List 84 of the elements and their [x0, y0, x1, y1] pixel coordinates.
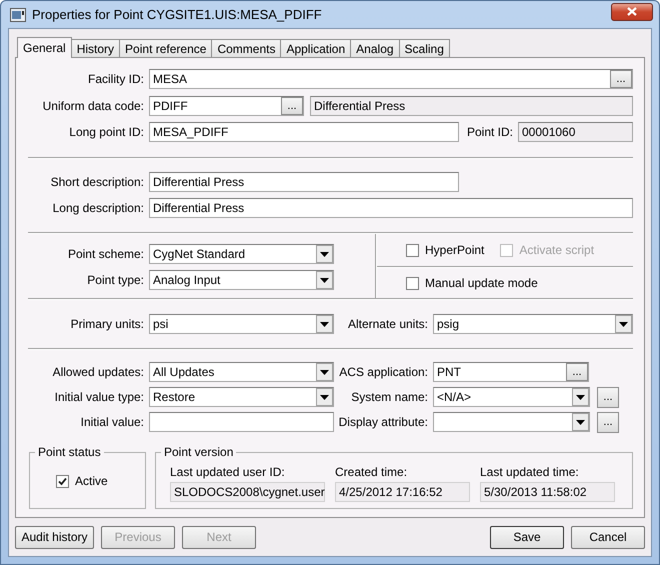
dropdown-button[interactable] — [316, 388, 333, 406]
field-label: System name: — [350, 390, 429, 404]
dropdown-button[interactable] — [316, 363, 333, 381]
caret-icon — [576, 420, 585, 424]
field-label: ACS application: — [338, 365, 429, 379]
tab[interactable]: General — [17, 37, 72, 58]
combo-box[interactable]: All Updates — [149, 362, 334, 382]
input-field[interactable]: PNT ... — [433, 362, 589, 382]
window-title: Properties for Point CYGSITE1.UIS:MESA_PDIFF — [32, 7, 323, 22]
combo-box[interactable]: CygNet Standard — [149, 244, 334, 264]
field-label: Uniform data code: — [42, 99, 145, 113]
browse-button[interactable]: ... — [597, 386, 619, 408]
field-label: Long point ID: — [68, 125, 145, 139]
checkbox[interactable] — [406, 276, 419, 290]
window-icon — [10, 8, 26, 22]
field-label: Short description: — [50, 175, 145, 189]
close-icon — [627, 7, 637, 16]
checkbox-label: Active — [75, 474, 108, 488]
input-field[interactable]: Differential Press — [149, 172, 459, 192]
checkmark-icon — [58, 476, 67, 486]
field-label: Point type: — [86, 273, 145, 287]
group-title: Point status — [35, 445, 104, 459]
input-field: Differential Press — [310, 96, 633, 116]
tab[interactable]: Application — [280, 39, 352, 57]
input-field: 5/30/2013 11:58:02 — [480, 482, 615, 502]
dropdown-button[interactable] — [316, 245, 333, 263]
dialog-button[interactable]: Cancel — [571, 526, 645, 548]
caret-icon — [320, 322, 329, 326]
input-field[interactable]: 00001060 — [518, 122, 633, 142]
combo-box[interactable]: Analog Input — [149, 270, 334, 290]
field-label: Initial value: — [80, 415, 145, 429]
input-field[interactable]: Differential Press — [149, 198, 633, 218]
field-label: Last updated user ID: — [170, 465, 286, 479]
dropdown-button[interactable] — [572, 413, 589, 431]
field-label: Point ID: — [466, 125, 514, 139]
input-field[interactable]: MESA_PDIFF — [149, 122, 459, 142]
input-field[interactable]: PDIFF ... — [149, 96, 304, 116]
combo-box[interactable]: Restore — [149, 387, 334, 407]
dialog-button[interactable]: Audit history — [15, 526, 94, 548]
caret-icon — [619, 322, 628, 326]
dropdown-button[interactable] — [316, 271, 333, 289]
caret-icon — [576, 394, 585, 400]
input-field: 4/25/2012 17:16:52 — [335, 482, 470, 502]
browse-button[interactable]: ... — [610, 70, 632, 88]
dropdown-button[interactable] — [316, 315, 333, 333]
input-field[interactable]: MESA ... — [149, 69, 633, 89]
checkbox[interactable] — [56, 474, 69, 488]
dialog-button[interactable]: Save — [490, 526, 564, 548]
field-label: Facility ID: — [86, 72, 145, 86]
caret-icon — [320, 252, 329, 256]
caret-icon — [320, 278, 329, 282]
checkbox-label: Activate script — [519, 243, 594, 257]
input-field[interactable] — [149, 412, 334, 432]
field-label: Last updated time: — [480, 465, 580, 479]
checkbox-label: Manual update mode — [425, 276, 538, 290]
close-button[interactable] — [611, 2, 653, 20]
field-label: Created time: — [335, 465, 408, 479]
field-label: Display attribute: — [338, 415, 429, 429]
combo-box[interactable]: <N/A> — [433, 387, 590, 407]
caret-icon — [320, 394, 329, 400]
combo-box[interactable]: psi — [149, 314, 334, 334]
dropdown-button[interactable] — [615, 315, 632, 333]
field-label: Initial value type: — [54, 390, 145, 404]
tab[interactable]: Analog — [350, 39, 400, 57]
field-label: Alternate units: — [346, 317, 429, 331]
combo-box[interactable]: psig — [433, 314, 633, 334]
tab[interactable]: Comments — [211, 39, 282, 57]
browse-button[interactable]: ... — [281, 97, 303, 115]
browse-button[interactable]: ... — [566, 363, 588, 381]
field-label: Primary units: — [70, 317, 145, 331]
field-label: Long description: — [52, 201, 145, 215]
tab[interactable]: Scaling — [398, 39, 450, 57]
field-label: Allowed updates: — [52, 365, 145, 379]
tab[interactable]: History — [70, 39, 120, 57]
field-label: Point scheme: — [66, 247, 145, 261]
combo-box[interactable] — [433, 412, 590, 432]
group-title: Point version — [161, 445, 236, 459]
checkbox-label: HyperPoint — [425, 243, 484, 257]
checkbox[interactable] — [406, 244, 419, 256]
dropdown-button[interactable] — [572, 388, 589, 406]
input-field: SLODOCS2008\cygnet.user — [170, 482, 325, 502]
tab[interactable]: Point reference — [119, 39, 212, 57]
browse-button[interactable]: ... — [597, 412, 619, 432]
caret-icon — [320, 370, 329, 374]
